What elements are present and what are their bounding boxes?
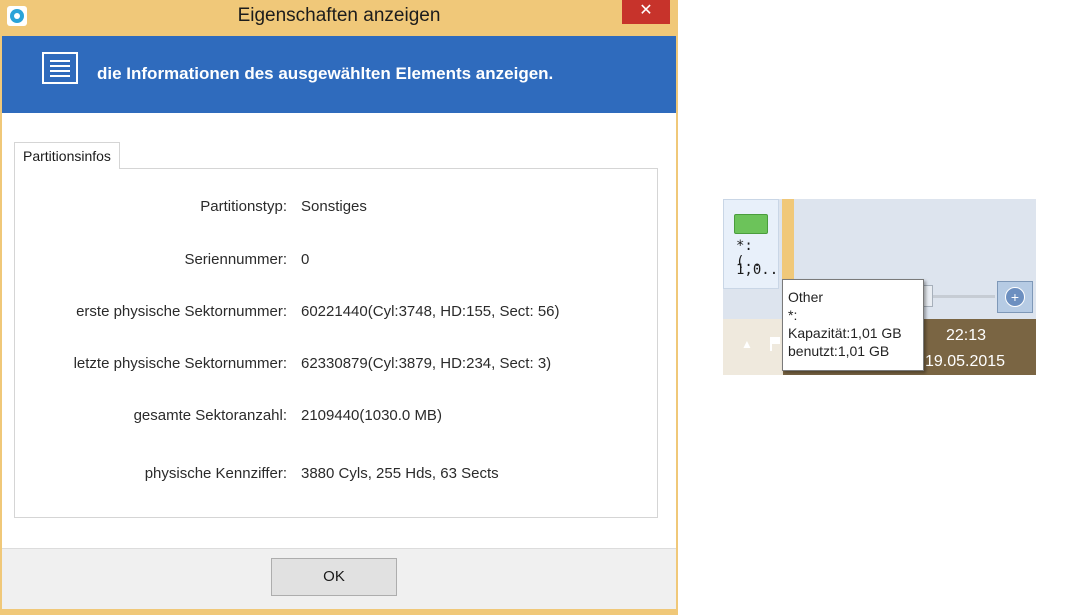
row-label: erste physische Sektornummer: — [76, 303, 287, 320]
row-value: 0 — [301, 251, 310, 268]
drive-tile[interactable]: *: (.. 1,0.. — [723, 199, 779, 289]
info-row-total-sectors: gesamte Sektoranzahl: 2109440(1030.0 MB) — [15, 407, 657, 431]
tooltip-capacity: Kapazität:1,01 GB — [788, 325, 902, 341]
clock-time[interactable]: 22:13 — [946, 327, 986, 345]
row-value: Sonstiges — [301, 198, 367, 215]
row-value: 3880 Cyls, 255 Hds, 63 Sects — [301, 465, 499, 482]
zoom-slider-track[interactable] — [923, 295, 995, 298]
row-label: Partitionstyp: — [200, 198, 287, 215]
taskbar-tooltip-crop: *: (.. 1,0.. + ▲ 22:13 19.05.2015 Other … — [723, 199, 1036, 375]
info-row-physical-geometry: physische Kennziffer: 3880 Cyls, 255 Hds… — [15, 465, 657, 489]
info-row-last-sector: letzte physische Sektornummer: 62330879(… — [15, 355, 657, 379]
close-button[interactable]: ✕ — [622, 0, 670, 24]
clock-date[interactable]: 19.05.2015 — [925, 353, 1005, 371]
tooltip-drive-letter: *: — [788, 307, 798, 323]
dialog-body: Partitionsinfos Partitionstyp: Sonstiges… — [2, 113, 676, 548]
tooltip-used: benutzt:1,01 GB — [788, 343, 890, 359]
partition-info-panel: Partitionstyp: Sonstiges Seriennummer: 0… — [14, 168, 658, 518]
banner-text: die Informationen des ausgewählten Eleme… — [97, 64, 554, 83]
drive-tooltip: Other *: Kapazität:1,01 GB benutzt:1,01 … — [782, 279, 924, 371]
row-label: letzte physische Sektornummer: — [73, 355, 287, 372]
footer-divider — [2, 548, 676, 549]
show-hidden-icons-icon[interactable]: ▲ — [741, 337, 753, 351]
row-label: gesamte Sektoranzahl: — [133, 407, 287, 424]
info-row-serial-number: Seriennummer: 0 — [15, 251, 657, 275]
row-label: physische Kennziffer: — [144, 465, 287, 482]
zoom-in-icon: + — [1005, 287, 1025, 307]
zoom-in-button[interactable]: + — [997, 281, 1033, 313]
row-value: 60221440(Cyl:3748, HD:155, Sect: 56) — [301, 303, 560, 320]
document-icon — [42, 52, 78, 84]
drive-usage-bar — [734, 214, 768, 234]
action-center-flag-icon[interactable] — [770, 337, 780, 351]
row-value: 2109440(1030.0 MB) — [301, 407, 442, 424]
row-value: 62330879(Cyl:3879, HD:234, Sect: 3) — [301, 355, 552, 372]
row-label: Seriennummer: — [184, 251, 287, 268]
window-title: Eigenschaften anzeigen — [237, 5, 441, 26]
drive-size: 1,0.. — [736, 262, 779, 278]
properties-dialog: Eigenschaften anzeigen ✕ die Information… — [0, 0, 678, 615]
tooltip-type: Other — [788, 289, 824, 305]
tab-partition-info[interactable]: Partitionsinfos — [14, 142, 120, 169]
title-bar[interactable]: Eigenschaften anzeigen ✕ — [0, 0, 678, 34]
info-row-first-sector: erste physische Sektornummer: 60221440(C… — [15, 303, 657, 327]
info-banner: die Informationen des ausgewählten Eleme… — [2, 36, 676, 113]
ok-button[interactable]: OK — [271, 558, 397, 596]
info-row-partition-type: Partitionstyp: Sonstiges — [15, 198, 657, 222]
dialog-client-area: die Informationen des ausgewählten Eleme… — [2, 36, 676, 609]
